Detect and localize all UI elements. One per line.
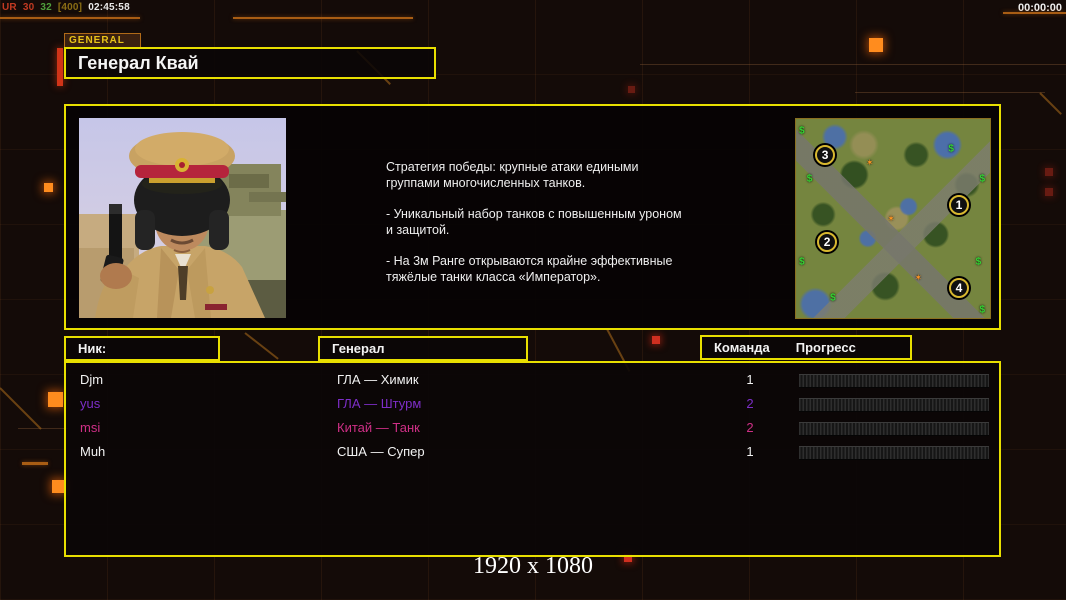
general-profile-panel: Стратегия победы: крупные атаки едиными … [64,104,1001,330]
general-portrait [79,118,286,318]
minimap-cash-icon: $ [948,143,954,155]
deco-square [48,392,63,407]
deco-square [44,183,53,192]
player-general: ГЛА — Химик [337,372,419,387]
general-portrait-illustration [79,118,286,318]
deco-line [18,428,68,429]
table-row: Muh США — Супер 1 [66,440,999,464]
minimap-cash-icon: $ [806,173,813,185]
deco-line [640,64,1066,65]
minimap: 3 1 2 4 $ $ $ $ $ $ $ $ ✶ ✶ ✶ [795,118,991,319]
player-general: ГЛА — Штурм [337,396,422,411]
minimap-cash-icon: $ [979,304,986,316]
player-nick: Djm [80,372,104,387]
debug-fps2: 32 [40,2,52,13]
minimap-cash-icon: $ [799,125,805,137]
players-table: Djm ГЛА — Химик 1 yus ГЛА — Штурм 2 msi … [64,361,1001,557]
player-progress-bar [799,446,989,460]
deco-line [0,17,140,19]
column-header-nick: Ник: [64,336,220,361]
minimap-start-marker: 3 [815,144,836,165]
player-team: 2 [746,396,754,411]
header-label: Прогресс [795,340,856,355]
player-progress-bar [799,398,989,412]
player-team: 1 [746,372,754,387]
deco-trace [244,332,279,360]
header-label: Генерал [332,341,385,356]
minimap-cash-icon: $ [979,173,986,185]
minimap-cash-icon: $ [799,256,805,268]
debug-time: 02:45:58 [88,2,130,13]
deco-square [1045,168,1053,176]
column-header-general: Генерал [318,336,528,361]
deco-square [628,86,635,93]
table-row: Djm ГЛА — Химик 1 [66,368,999,392]
player-progress-bar [799,374,989,388]
deco-square [869,38,883,52]
deco-square [652,336,660,344]
minimap-cash-icon: $ [830,292,836,304]
minimap-hazard-icon: ✶ [887,213,895,223]
page-title: Генерал Квай [78,52,199,73]
debug-limit: [400] [57,2,83,13]
player-nick: msi [80,420,101,435]
description-paragraph: - Уникальный набор танков с повышенным у… [386,207,682,237]
deco-line [22,462,48,465]
debug-fps: 30 [22,2,35,13]
deco-accent-bar [57,48,63,86]
minimap-hazard-icon: ✶ [865,157,874,168]
strategy-description: Стратегия победы: крупные атаки едиными … [386,159,726,300]
deco-line [855,92,1045,93]
deco-trace [0,387,42,430]
minimap-start-marker: 1 [948,194,969,215]
debug-ur: UR [2,2,17,13]
screen-background: UR 30 32 [400] 02:45:58 00:00:00 GENERAL… [0,0,1066,600]
deco-square [1045,188,1053,196]
player-team: 1 [746,444,754,459]
column-header-team-progress: Команда Прогресс [700,335,912,360]
player-team: 2 [746,420,754,435]
player-nick: Muh [80,444,106,459]
player-general: Китай — Танк [337,420,420,435]
deco-line [1003,12,1066,14]
deco-line [233,17,413,19]
general-title-box: Генерал Квай [64,47,436,79]
minimap-start-marker: 2 [817,232,838,253]
description-paragraph: Стратегия победы: крупные атаки едиными … [386,160,639,190]
minimap-start-marker: 4 [948,278,969,299]
header-label: Ник: [78,341,107,356]
deco-trace [1039,92,1062,115]
description-paragraph: - На 3м Ранге открываются крайне эффекти… [386,254,673,284]
table-row: msi Китай — Танк 2 [66,416,999,440]
player-nick: yus [80,396,101,411]
table-row: yus ГЛА — Штурм 2 [66,392,999,416]
minimap-hazard-icon: ✶ [914,272,922,283]
debug-overlay: UR 30 32 [400] 02:45:58 [2,2,133,13]
player-general: США — Супер [337,444,425,459]
player-progress-bar [799,422,989,436]
minimap-cash-icon: $ [975,256,982,268]
header-label: Команда [714,340,770,355]
tab-general: GENERAL [64,33,141,47]
resolution-label: 1920 x 1080 [473,553,593,579]
